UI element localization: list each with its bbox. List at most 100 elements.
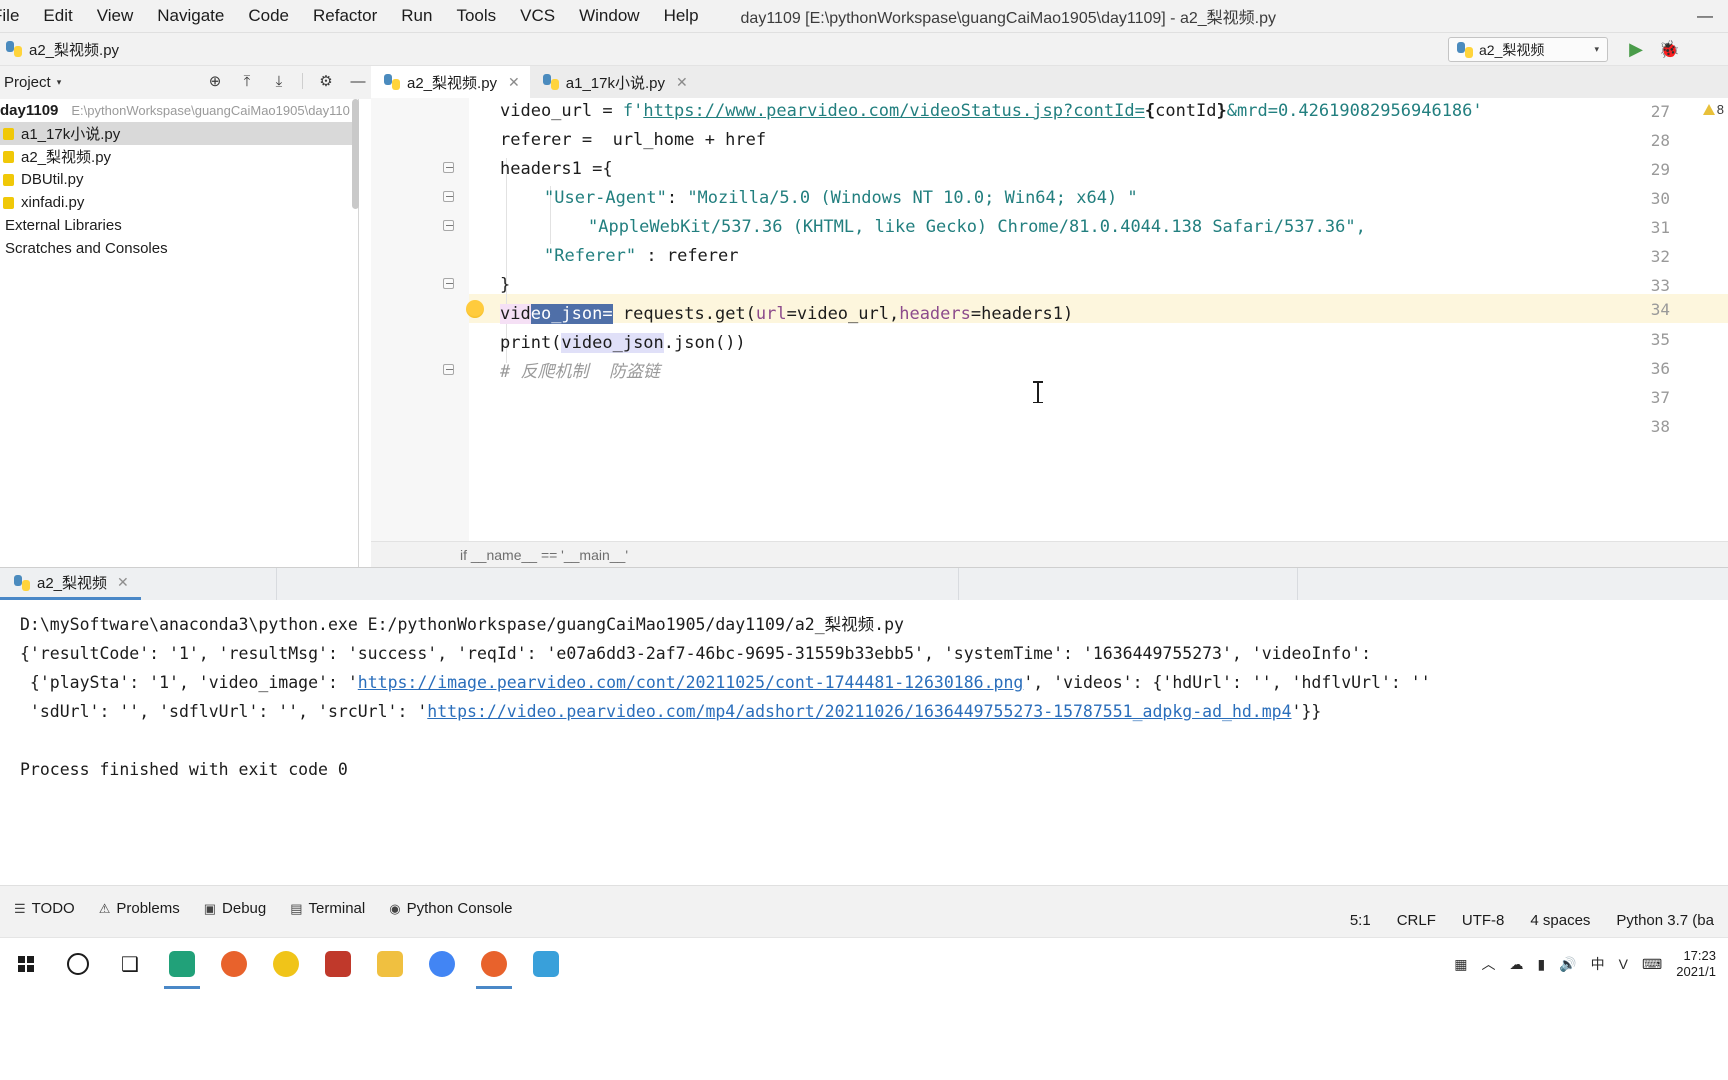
status-todo-button[interactable]: ☰ TODO (14, 900, 75, 917)
menu-refactor[interactable]: Refactor (301, 2, 389, 30)
expand-all-icon[interactable]: ⤒ (238, 73, 256, 90)
tree-root-day1109[interactable]: day1109 E:\pythonWorkspase\guangCaiMao19… (0, 99, 358, 122)
status-interpreter[interactable]: Python 3.7 (ba (1616, 912, 1714, 929)
editor-breadcrumb-bar[interactable]: if __name__ == '__main__' (371, 541, 1728, 567)
code-line-29: headers1 ={ (500, 159, 613, 179)
tree-item-xinfadi[interactable]: xinfadi.py (0, 191, 358, 214)
volume-icon[interactable]: 🔊 (1559, 956, 1576, 973)
status-problems-button[interactable]: ⚠ Problems (99, 900, 180, 917)
tree-item-a1[interactable]: a1_17k小说.py (0, 122, 358, 145)
code-token-url: https://www.pearvideo.com/videoStatus.js… (643, 101, 1145, 121)
run-configuration-selector[interactable]: a2_梨视频 ▾ (1448, 37, 1608, 62)
code-editor[interactable]: 27 28 29 30 31 32 33 34 35 36 37 38 vide… (371, 98, 1728, 541)
python-console-icon: ◉ (389, 900, 401, 916)
menu-vcs[interactable]: VCS (508, 2, 567, 30)
menu-help[interactable]: Help (652, 2, 711, 30)
editor-tab-a2[interactable]: a2_梨视频.py ✕ (371, 66, 530, 98)
close-icon[interactable]: ✕ (676, 74, 688, 91)
project-tool-window-title[interactable]: Project (0, 74, 51, 91)
onedrive-icon[interactable]: ☁ (1510, 956, 1524, 973)
close-icon[interactable]: ✕ (508, 74, 520, 91)
menu-view[interactable]: View (85, 2, 146, 30)
menu-navigate[interactable]: Navigate (145, 2, 236, 30)
input-method-icon[interactable]: 中 (1591, 954, 1605, 974)
project-tree-scrollbar[interactable] (352, 99, 359, 209)
status-file-encoding[interactable]: UTF-8 (1462, 912, 1505, 929)
code-token-query-tail: &mrd=0.42619082956946186' (1226, 101, 1483, 121)
locate-icon[interactable]: ⊕ (206, 72, 224, 90)
tree-item-dbutil[interactable]: DBUtil.py (0, 168, 358, 191)
run-button[interactable]: ▶ (1629, 39, 1643, 60)
tree-item-external-libraries[interactable]: External Libraries (0, 214, 358, 237)
warning-count: 8 (1716, 102, 1724, 117)
debug-button[interactable]: 🐞 (1659, 40, 1680, 60)
sogou-taskbar-button[interactable] (260, 938, 312, 990)
close-icon[interactable]: ✕ (117, 574, 129, 591)
tree-item-label: a2_梨视频.py (21, 149, 112, 166)
wps-taskbar-button[interactable] (312, 938, 364, 990)
taskbar-buttons: ❑ (0, 938, 572, 990)
code-token-selection-prefix: vid (500, 304, 531, 324)
run-tab-label: a2_梨视频 (37, 575, 108, 592)
run-tool-window: a2_梨视频 ✕ D:\mySoftware\anaconda3\python.… (0, 567, 1728, 886)
run-tab-a2[interactable]: a2_梨视频 ✕ (0, 568, 141, 600)
menu-tools[interactable]: Tools (444, 2, 508, 30)
editor-tab-a1[interactable]: a1_17k小说.py ✕ (530, 66, 698, 98)
project-tree[interactable]: day1109 E:\pythonWorkspase\guangCaiMao19… (0, 99, 359, 567)
status-terminal-button[interactable]: ▤ Terminal (290, 900, 365, 917)
code-token-print: print( (500, 333, 562, 353)
status-caret-position[interactable]: 5:1 (1350, 912, 1371, 929)
tree-root-path: E:\pythonWorkspase\guangCaiMao1905\day11… (71, 103, 350, 118)
collapse-all-icon[interactable]: ⤓ (270, 73, 288, 90)
run-console-output[interactable]: D:\mySoftware\anaconda3\python.exe E:/py… (0, 600, 1728, 886)
firefox-taskbar-button[interactable] (208, 938, 260, 990)
network-icon[interactable]: ▮ (1538, 956, 1546, 973)
window-title: day1109 [E:\pythonWorkspase\guangCaiMao1… (740, 10, 1276, 27)
grid-icon[interactable]: ▦ (1454, 956, 1467, 973)
console-image-link[interactable]: https://image.pearvideo.com/cont/2021102… (358, 673, 1024, 692)
code-token-highlight-occurrence: video_json (561, 333, 664, 353)
status-debug-button[interactable]: ▣ Debug (204, 900, 267, 917)
project-toolbar: ⊕ ⤒ ⤓ ⚙ — (206, 72, 367, 91)
minimize-button[interactable]: — (1682, 0, 1728, 33)
file-explorer-taskbar-button[interactable] (364, 938, 416, 990)
menu-run[interactable]: Run (389, 2, 444, 30)
photos-taskbar-button[interactable] (520, 938, 572, 990)
ime-extra-icon[interactable]: ⌨ (1642, 956, 1662, 973)
code-token-value: "AppleWebKit/537.36 (KHTML, like Gecko) … (588, 217, 1366, 237)
menu-file[interactable]: File (0, 2, 31, 30)
code-text-layer: video_url = f'https://www.pearvideo.com/… (371, 98, 1728, 541)
ime-toolbar-icon[interactable]: V (1619, 956, 1628, 972)
project-tool-window-header: Project ▾ ⊕ ⤒ ⤓ ⚙ — (0, 66, 371, 99)
code-line-32: "Referer" : referer (544, 245, 739, 267)
hide-panel-icon[interactable]: — (349, 73, 367, 90)
tree-item-a2[interactable]: a2_梨视频.py (0, 145, 358, 168)
status-indent[interactable]: 4 spaces (1530, 912, 1590, 929)
wps-icon (325, 951, 351, 977)
menu-edit[interactable]: Edit (31, 2, 84, 30)
task-view-button[interactable]: ❑ (104, 938, 156, 990)
tree-item-scratches[interactable]: Scratches and Consoles (0, 237, 358, 260)
taskbar-clock[interactable]: 17:23 2021/1 (1676, 948, 1716, 980)
chevron-up-icon[interactable]: ︿ (1482, 954, 1496, 974)
chrome-taskbar-button[interactable] (416, 938, 468, 990)
browser-taskbar-button[interactable] (468, 938, 520, 990)
code-token-key: "Referer" (544, 246, 637, 266)
status-line-separator[interactable]: CRLF (1397, 912, 1436, 929)
pycharm-icon (169, 951, 195, 977)
cortana-search-button[interactable] (52, 938, 104, 990)
menu-window[interactable]: Window (567, 2, 651, 30)
code-token-contid: contId (1155, 101, 1217, 121)
clock-time: 17:23 (1683, 948, 1716, 963)
console-video-link[interactable]: https://video.pearvideo.com/mp4/adshort/… (427, 702, 1291, 721)
status-python-console-button[interactable]: ◉ Python Console (389, 900, 512, 917)
start-button[interactable] (0, 938, 52, 990)
chevron-down-icon[interactable]: ▾ (57, 77, 62, 88)
menu-code[interactable]: Code (236, 2, 301, 30)
status-bar: ☰ TODO ⚠ Problems ▣ Debug ▤ Terminal ◉ P… (0, 885, 1728, 937)
breadcrumb[interactable]: a2_梨视频.py (0, 39, 119, 60)
inspection-warning-badge[interactable]: 8 (1702, 102, 1724, 117)
pycharm-taskbar-button[interactable] (156, 938, 208, 990)
gear-icon[interactable]: ⚙ (317, 72, 335, 90)
tree-item-label: Scratches and Consoles (5, 240, 168, 257)
